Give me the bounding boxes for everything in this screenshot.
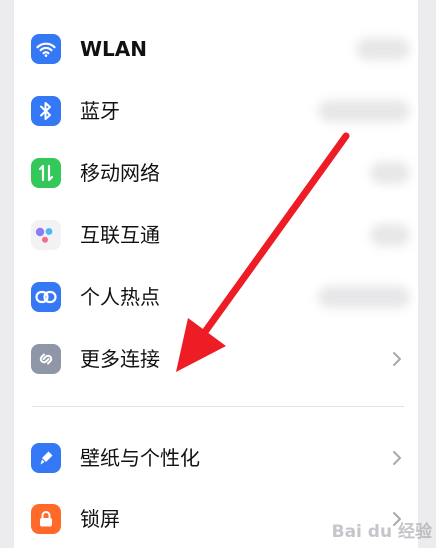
settings-item-label: 互联互通 (80, 223, 160, 247)
settings-item-more-connections[interactable]: 更多连接 (14, 327, 418, 389)
settings-item-label: 个人热点 (80, 285, 160, 309)
status-value (370, 224, 410, 246)
section-divider (32, 406, 404, 407)
settings-item-wallpaper-personalization[interactable]: 壁纸与个性化 (14, 426, 418, 488)
settings-item-label: WLAN (80, 37, 148, 61)
status-value (318, 286, 410, 308)
settings-item-mobile-network[interactable]: 移动网络 (14, 141, 418, 203)
settings-item-hotspot[interactable]: 个人热点 (14, 265, 418, 327)
status-value (356, 38, 410, 60)
settings-item-wlan[interactable]: WLAN (14, 17, 418, 79)
chevron-right-icon (393, 352, 401, 366)
settings-item-label: 更多连接 (80, 347, 160, 371)
settings-item-label: 锁屏 (80, 507, 120, 531)
wallpaper-brush-icon (31, 443, 61, 473)
lock-icon (31, 504, 61, 534)
wifi-icon (31, 34, 61, 64)
settings-list: WLAN 蓝牙 移动网络 互联互通 个人热点 更多连接 壁纸与个性化 锁屏 (14, 0, 418, 548)
interconnect-icon (31, 220, 61, 250)
settings-item-label: 壁纸与个性化 (80, 446, 200, 470)
bluetooth-icon (31, 96, 61, 126)
watermark: Bai du 经验 (331, 522, 432, 542)
status-value (318, 100, 410, 122)
status-value (370, 162, 410, 184)
mobile-network-icon (31, 158, 61, 188)
settings-item-bluetooth[interactable]: 蓝牙 (14, 79, 418, 141)
hotspot-link-icon (31, 282, 61, 312)
settings-screen: WLAN 蓝牙 移动网络 互联互通 个人热点 更多连接 壁纸与个性化 锁屏 Ba… (0, 0, 436, 548)
more-connections-icon (31, 344, 61, 374)
settings-item-interconnect[interactable]: 互联互通 (14, 203, 418, 265)
settings-item-label: 移动网络 (80, 161, 160, 185)
chevron-right-icon (393, 451, 401, 465)
settings-item-label: 蓝牙 (80, 99, 120, 123)
